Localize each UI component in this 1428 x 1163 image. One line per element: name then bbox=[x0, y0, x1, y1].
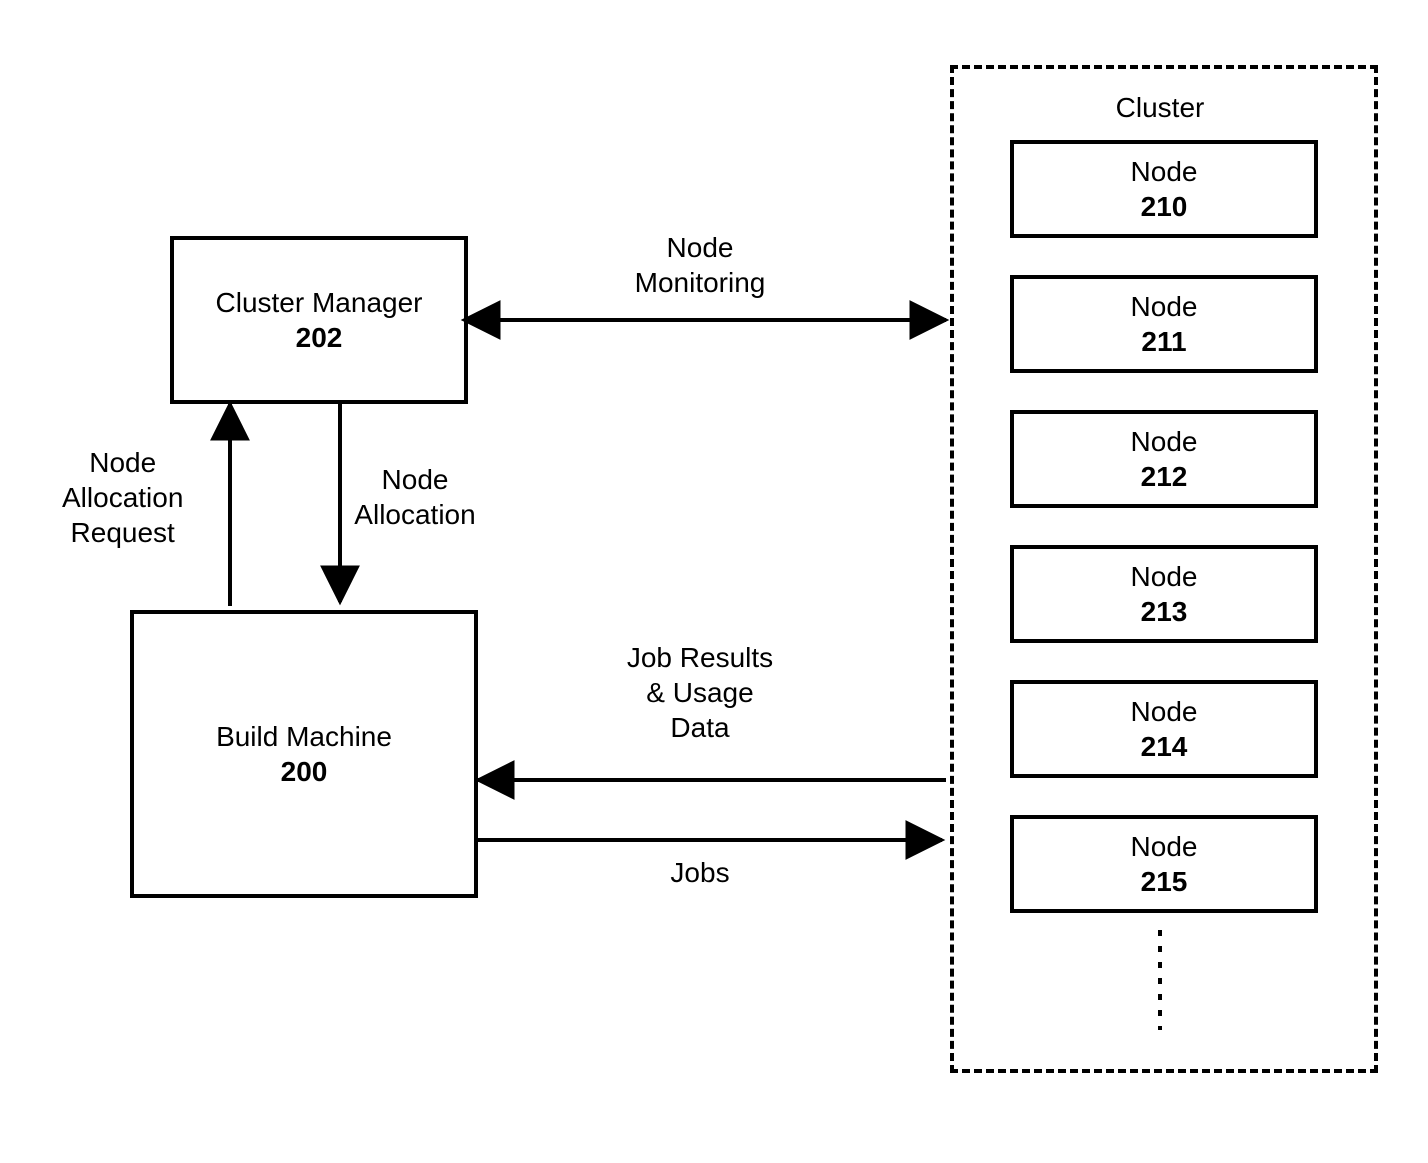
node-211-label: Node bbox=[1131, 289, 1198, 324]
cluster-title: Cluster bbox=[1116, 90, 1205, 125]
node-215-box: Node 215 bbox=[1010, 815, 1318, 913]
node-211-box: Node 211 bbox=[1010, 275, 1318, 373]
build-machine-box: Build Machine 200 bbox=[130, 610, 478, 898]
node-212-label: Node bbox=[1131, 424, 1198, 459]
build-machine-label: Build Machine bbox=[216, 719, 392, 754]
node-210-box: Node 210 bbox=[1010, 140, 1318, 238]
job-results-usage-label: Job Results & Usage Data bbox=[627, 640, 773, 745]
node-212-box: Node 212 bbox=[1010, 410, 1318, 508]
node-214-number: 214 bbox=[1141, 729, 1188, 764]
node-allocation-request-label: Node Allocation Request bbox=[62, 445, 183, 550]
node-215-number: 215 bbox=[1141, 864, 1188, 899]
node-213-box: Node 213 bbox=[1010, 545, 1318, 643]
node-214-box: Node 214 bbox=[1010, 680, 1318, 778]
diagram-canvas: Cluster Manager 202 Build Machine 200 Cl… bbox=[0, 0, 1428, 1163]
build-machine-number: 200 bbox=[281, 754, 328, 789]
node-215-label: Node bbox=[1131, 829, 1198, 864]
cluster-manager-label: Cluster Manager bbox=[216, 285, 423, 320]
node-210-label: Node bbox=[1131, 154, 1198, 189]
node-210-number: 210 bbox=[1141, 189, 1188, 224]
node-213-label: Node bbox=[1131, 559, 1198, 594]
node-212-number: 212 bbox=[1141, 459, 1188, 494]
jobs-label: Jobs bbox=[670, 855, 729, 890]
node-211-number: 211 bbox=[1141, 324, 1186, 359]
cluster-manager-number: 202 bbox=[296, 320, 343, 355]
node-213-number: 213 bbox=[1141, 594, 1188, 629]
node-allocation-label: Node Allocation bbox=[354, 462, 475, 532]
node-214-label: Node bbox=[1131, 694, 1198, 729]
node-monitoring-label: Node Monitoring bbox=[635, 230, 766, 300]
cluster-manager-box: Cluster Manager 202 bbox=[170, 236, 468, 404]
